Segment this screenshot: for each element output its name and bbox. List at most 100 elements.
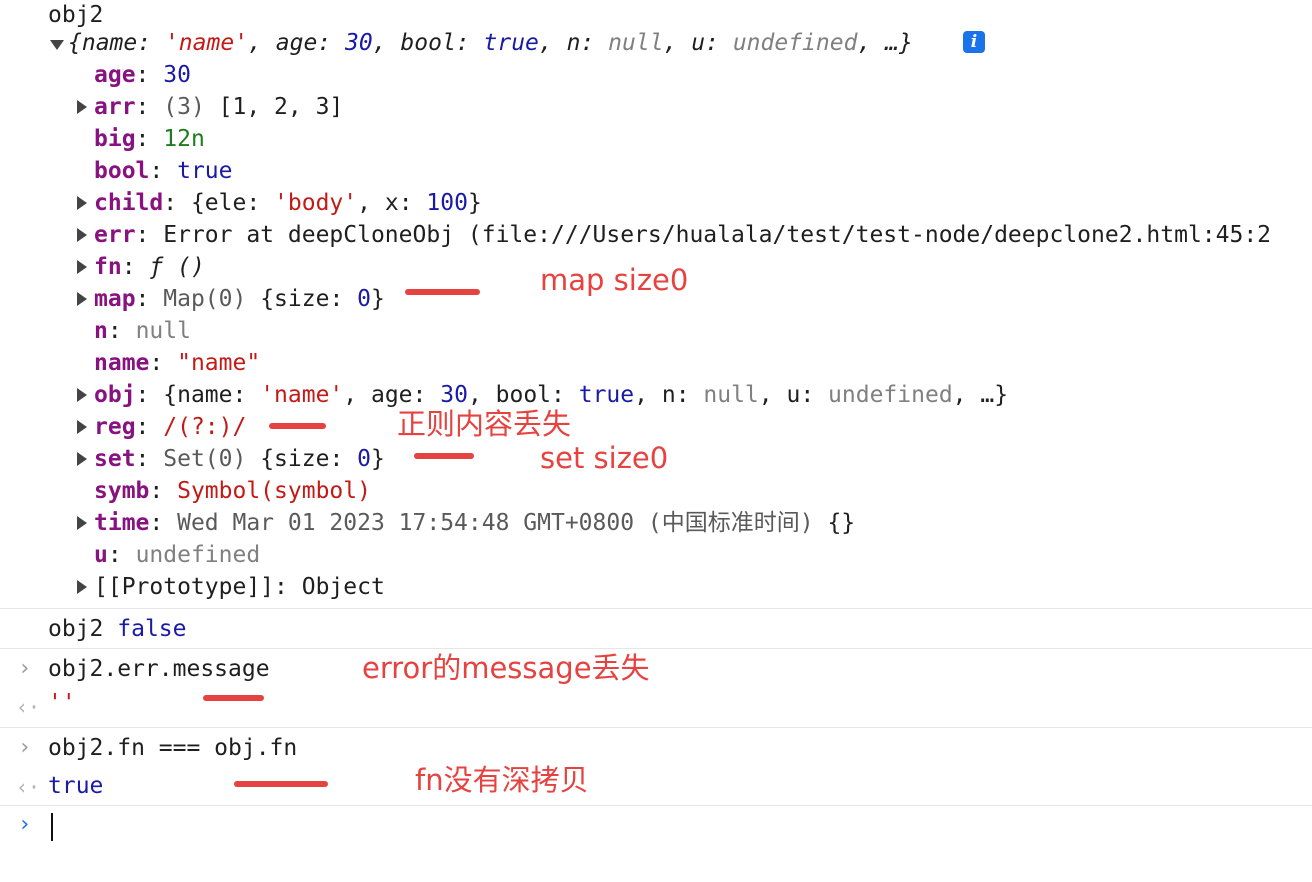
triangle-down-icon[interactable] <box>50 40 64 50</box>
console-result: '' <box>48 690 76 716</box>
brace: { <box>68 30 82 56</box>
summary-key: u <box>691 30 706 56</box>
prop-key: map <box>94 286 136 312</box>
prop-key: bool <box>94 158 150 184</box>
summary-value: null <box>608 30 664 56</box>
summary-value: 'name' <box>164 30 249 56</box>
annotation-fn: fn没有深拷贝 <box>415 763 589 797</box>
summary-key: bool <box>400 30 456 56</box>
summary-value: true <box>483 30 539 56</box>
prop-key: set <box>94 446 136 472</box>
map-type: Map(0) <box>163 286 247 312</box>
prop-arr[interactable]: arr: (3) [1, 2, 3] <box>94 92 343 122</box>
divider <box>0 727 1312 728</box>
log-label-text: obj2 <box>48 2 104 28</box>
prop-value: undefined <box>135 542 261 568</box>
prop-key: obj <box>94 382 136 408</box>
summary-key: age <box>275 30 318 56</box>
prop-child[interactable]: child: {ele: 'body', x: 100} <box>94 188 482 218</box>
prop-value: [1, 2, 3] <box>218 94 344 120</box>
summary-value: 30 <box>345 30 373 56</box>
prop-value: Object <box>301 574 385 600</box>
prop-map[interactable]: map: Map(0) {size: 0} <box>94 284 385 314</box>
prop-key: child <box>94 190 164 216</box>
console-result: true <box>48 773 104 799</box>
chevron-left-icon: ‹· <box>16 695 41 719</box>
prop-bool: bool: true <box>94 158 233 184</box>
triangle-right-icon[interactable] <box>77 196 87 210</box>
prop-value: ƒ () <box>149 254 205 280</box>
summary-key: name <box>81 30 138 56</box>
prop-key: symb <box>94 478 150 504</box>
prop-fn[interactable]: fn: ƒ () <box>94 252 205 282</box>
info-icon[interactable]: i <box>963 31 985 53</box>
prop-value: Symbol(symbol) <box>177 478 371 504</box>
triangle-right-icon[interactable] <box>77 452 87 466</box>
triangle-right-icon[interactable] <box>77 100 87 114</box>
prop-value: Wed Mar 01 2023 17:54:48 GMT+0800 (中国标准时… <box>177 510 814 536</box>
array-length: (3) <box>163 94 205 120</box>
annotation-underline <box>269 423 326 429</box>
annotation-underline <box>414 453 474 459</box>
prop-key: time <box>94 510 150 536</box>
prop-time[interactable]: time: Wed Mar 01 2023 17:54:48 GMT+0800 … <box>94 508 855 538</box>
triangle-right-icon[interactable] <box>77 292 87 306</box>
triangle-right-icon[interactable] <box>77 260 87 274</box>
console-prompt-input[interactable] <box>51 813 53 841</box>
triangle-right-icon[interactable] <box>77 228 87 242</box>
prop-value: 30 <box>163 62 191 88</box>
prop-key: big <box>94 126 136 152</box>
annotation-map: map size0 <box>540 263 689 297</box>
prop-value: true <box>177 158 233 184</box>
prop-value: /(?:)/ <box>163 414 247 440</box>
prop-age: age: 30 <box>94 62 191 88</box>
prop-set[interactable]: set: Set(0) {size: 0} <box>94 444 385 474</box>
prop-value: 12n <box>163 126 205 152</box>
divider <box>0 608 1312 609</box>
prop-n: n: null <box>94 318 191 344</box>
divider <box>0 805 1312 806</box>
console-input-line[interactable]: obj2.err.message <box>48 654 270 684</box>
prop-key: age <box>94 62 136 88</box>
log-obj2-false: obj2 false <box>48 616 187 642</box>
prop-key: [[Prototype]] <box>94 574 275 600</box>
annotation-underline <box>203 695 264 701</box>
prop-key: fn <box>94 254 122 280</box>
prop-value: null <box>135 318 191 344</box>
set-type: Set(0) <box>163 446 247 472</box>
prop-key: reg <box>94 414 136 440</box>
triangle-right-icon[interactable] <box>77 516 87 530</box>
prop-name: name: "name" <box>94 350 261 376</box>
prop-big: big: 12n <box>94 126 205 152</box>
prop-key: u <box>94 542 108 568</box>
prop-key: name <box>94 350 150 376</box>
chevron-right-icon: › <box>18 812 32 837</box>
chevron-right-icon: › <box>18 735 32 760</box>
triangle-right-icon[interactable] <box>77 388 87 402</box>
prop-u: u: undefined <box>94 542 261 568</box>
annotation-reg: 正则内容丢失 <box>397 407 572 441</box>
summary-value: undefined <box>732 30 858 56</box>
prop-reg[interactable]: reg: /(?:)/ <box>94 412 246 442</box>
annotation-set: set size0 <box>540 441 669 475</box>
divider <box>0 648 1312 649</box>
triangle-right-icon[interactable] <box>77 580 87 594</box>
prop-value: "name" <box>177 350 261 376</box>
prop-key: err <box>94 222 136 248</box>
annotation-err: error的message丢失 <box>362 651 650 685</box>
prop-key: n <box>94 318 108 344</box>
object-summary[interactable]: {name: 'name', age: 30, bool: true, n: n… <box>68 28 913 58</box>
prop-value: Error at deepCloneObj (file:///Users/hua… <box>163 222 1272 248</box>
annotation-underline <box>234 781 328 787</box>
chevron-right-icon: › <box>18 656 32 681</box>
annotation-underline <box>405 289 480 295</box>
prop-prototype[interactable]: [[Prototype]]: Object <box>94 572 385 602</box>
log-label-obj2: obj2 <box>48 0 103 30</box>
chevron-left-icon: ‹· <box>16 775 41 799</box>
summary-key: n <box>566 30 581 56</box>
prop-err[interactable]: err: Error at deepCloneObj (file:///User… <box>94 220 1271 250</box>
prop-symb: symb: Symbol(symbol) <box>94 478 371 504</box>
console-input-line[interactable]: obj2.fn === obj.fn <box>48 733 297 763</box>
triangle-right-icon[interactable] <box>77 420 87 434</box>
summary-ellipsis: …} <box>885 30 913 56</box>
